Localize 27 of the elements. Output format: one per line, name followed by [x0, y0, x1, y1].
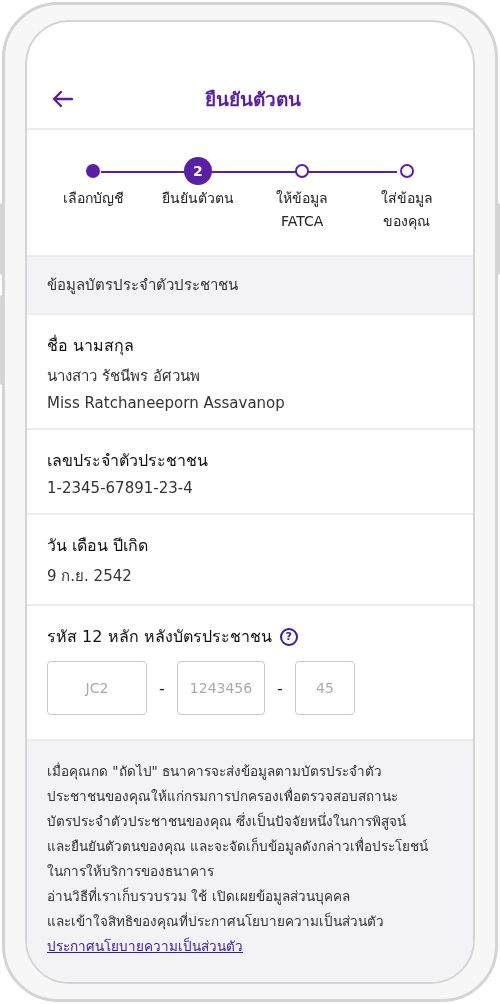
- input-field[interactable]: 45: [295, 661, 355, 715]
- field-label: ชื่อ นามสกุล: [47, 334, 135, 358]
- field-value: นางสาว รัชนีพร อัศวนพ: [47, 366, 200, 387]
- step-indicator: [399, 164, 414, 178]
- privacy-policy-link[interactable]: ประกาศนโยบายความเป็นส่วนตัว: [47, 934, 243, 959]
- separator-dash: -: [276, 678, 284, 698]
- notice-text: เมื่อคุณกด "ถัดไป" ธนาคารจะส่งข้อมูลตามบัตรประจำตัว ประชาชนของคุณให้แก่กรมการปกครองเพื่อตรวจสอบสถานะ บัตรประจำตัวประชาชนของคุณ ซึ่งเป็นปัจจัยหนึ่งในการพิสูจน์ และยืนยันตัวตนของคุณ และจะจัดเก็บข้อมูลดังกล่าวเพื่อประโยชน์ ในการให้บริการของธนาคาร อ่านวิธีที่เราเก็บรวบรวม ใช้ เปิดเผยข้อมูลส่วนบุคคล และเข้าใจสิทธิของคุณที่ประกาศนโยบายความเป็นส่วนตัว: [47, 761, 429, 932]
- input-field[interactable]: JC2: [47, 661, 147, 715]
- step-number: 2: [192, 163, 203, 179]
- page-title: ยืนยันตัวตน: [205, 87, 301, 112]
- step-label: ให้ข้อมูล FATCA: [276, 189, 329, 231]
- input-field[interactable]: 1243456: [177, 661, 265, 715]
- help-icon[interactable]: ?: [279, 627, 298, 646]
- step-label: ยืนยันตัวตน: [161, 189, 234, 208]
- field-label: เลขประจำตัวประชาชน: [47, 450, 208, 472]
- section-title: ข้อมูลบัตรประจำตัวประชาชน: [47, 276, 238, 294]
- back-arrow-icon[interactable]: [53, 91, 73, 107]
- step-label: ใส่ข้อมูล ของคุณ: [380, 189, 433, 232]
- step-label: เลือกบัญชี: [62, 189, 124, 208]
- field-value: 9 ก.ย. 2542: [47, 566, 132, 587]
- field-label: วัน เดือน ปีเกิด: [47, 535, 149, 557]
- separator-dash: -: [158, 678, 166, 698]
- field-value: Miss Ratchaneeporn Assavanop: [47, 394, 285, 412]
- step-indicator: [86, 164, 101, 178]
- field-label: รหัส 12 หลัก หลังบัตรประชาชน: [47, 626, 272, 648]
- step-indicator: [295, 164, 310, 178]
- field-value: 1-2345-67891-23-4: [47, 479, 193, 497]
